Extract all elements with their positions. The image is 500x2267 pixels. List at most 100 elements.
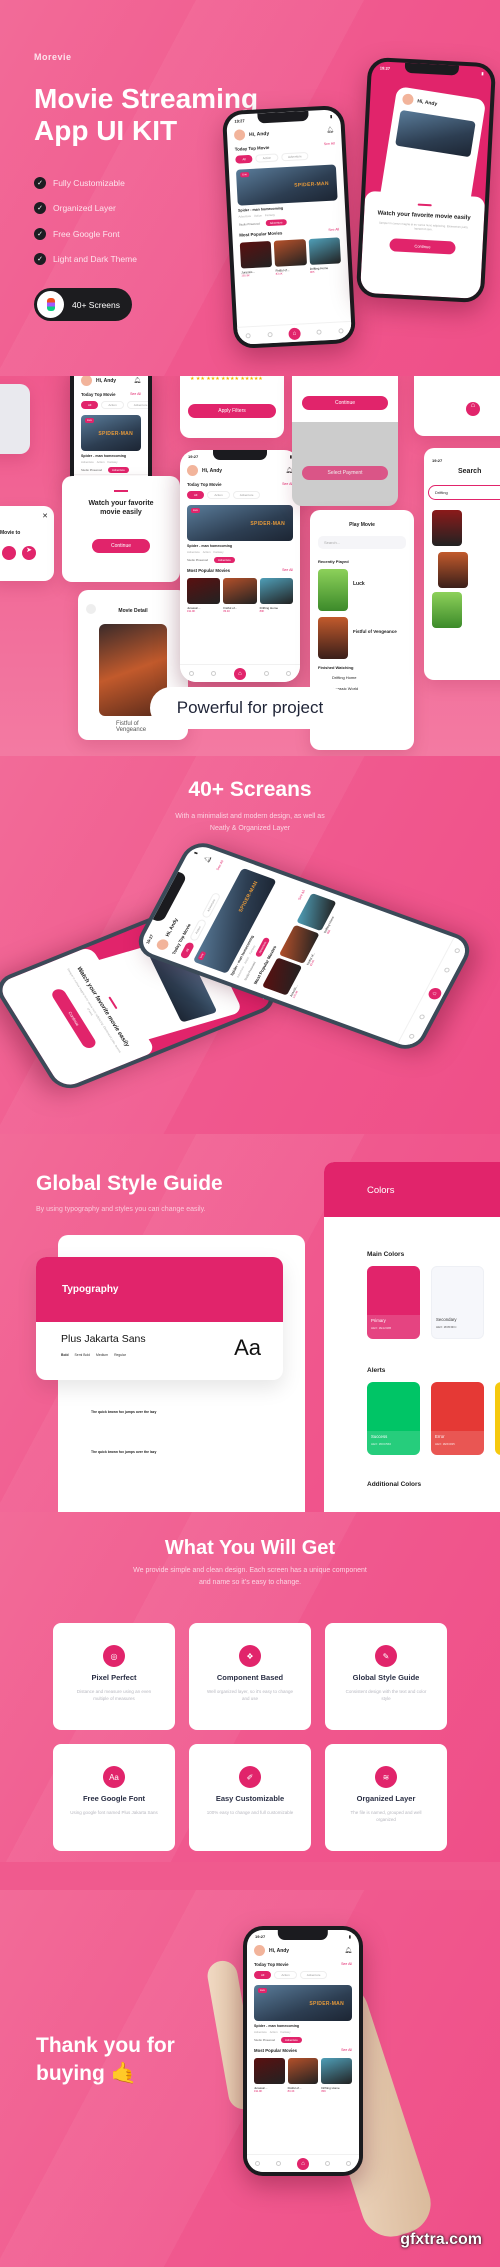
nav-icon[interactable] bbox=[408, 1033, 416, 1040]
search-input[interactable]: Drifting bbox=[428, 485, 500, 500]
chip-adventure[interactable]: Adventure bbox=[299, 1971, 328, 1979]
see-all-link[interactable]: See All bbox=[328, 227, 339, 233]
profile-icon[interactable] bbox=[338, 328, 344, 334]
chip-action[interactable]: Action bbox=[255, 153, 279, 163]
nav-icon[interactable] bbox=[443, 967, 451, 974]
thank-you-section: Thank you for buying 🤙 19:27 ▮ Hi, Andy 🔔︎ … bbox=[0, 1890, 500, 2267]
screens-collage-section: ✕ Movie to ➤ 19:27▮ Hi, Andy🔔︎ Today Top… bbox=[0, 376, 500, 756]
close-icon[interactable]: ✕ bbox=[42, 512, 48, 520]
features-section: What You Will Get We provide simple and … bbox=[0, 1512, 500, 1862]
nav-icon[interactable] bbox=[325, 2161, 330, 2166]
genre-button[interactable]: Adventure bbox=[265, 219, 287, 227]
select-payment-button[interactable]: Select Payment bbox=[302, 466, 388, 480]
search-input[interactable]: Search... bbox=[318, 536, 406, 549]
phone-notch bbox=[404, 62, 460, 76]
messenger-icon[interactable] bbox=[2, 546, 16, 560]
see-all-link[interactable]: See All bbox=[282, 568, 293, 573]
nav-icon[interactable] bbox=[316, 329, 323, 335]
nav-icon[interactable] bbox=[211, 671, 217, 676]
back-icon[interactable] bbox=[86, 604, 96, 614]
home-icon[interactable]: ⌂ bbox=[466, 402, 480, 416]
home-icon[interactable]: ⌂ bbox=[233, 667, 246, 680]
popular-movie[interactable]: Fistful of...83.4K bbox=[274, 239, 307, 276]
genre-button[interactable]: Adventure bbox=[214, 557, 235, 563]
bottom-nav: ⌂ bbox=[247, 2154, 359, 2172]
section-title: 40+ Screans bbox=[188, 778, 312, 801]
apply-filters-button[interactable]: Apply Filters bbox=[188, 404, 276, 418]
movie-banner[interactable]: Live SPIDER-MAN bbox=[187, 505, 293, 541]
chip-action[interactable]: Action bbox=[274, 1971, 297, 1979]
alerts-label: Alerts bbox=[367, 1367, 386, 1374]
screens-badge: 40+ Screens bbox=[34, 288, 132, 321]
popular-movie[interactable]: Jurassic...191.9K bbox=[187, 578, 221, 613]
popular-movie[interactable]: Drifting Home80K bbox=[308, 237, 341, 274]
home-icon[interactable]: ⌂ bbox=[425, 986, 443, 1001]
genre-button[interactable]: Adventure bbox=[281, 2037, 302, 2043]
bell-icon[interactable]: 🔔︎ bbox=[326, 127, 334, 134]
genre-button[interactable]: Adventure bbox=[108, 467, 129, 473]
see-all-link[interactable]: See All bbox=[341, 1962, 352, 1967]
popular-movie[interactable]: Jurassic...191.9K bbox=[239, 240, 273, 278]
search-card: 19:27 Search Drifting bbox=[424, 448, 500, 680]
avatar[interactable] bbox=[81, 376, 92, 386]
home-icon[interactable]: ⌂ bbox=[288, 327, 301, 340]
phone-home-mockup: 19:27▮ Hi, Andy🔔︎ Today Top MovieSee All… bbox=[243, 1926, 363, 2176]
font-icon: Aa bbox=[103, 1766, 125, 1788]
see-all-link[interactable]: See All bbox=[324, 141, 335, 147]
feature-card: ✐ Easy Customizable 100% easy to change … bbox=[189, 1744, 311, 1851]
nav-icon[interactable] bbox=[245, 333, 251, 339]
nav-icon[interactable] bbox=[418, 1013, 426, 1020]
profile-icon[interactable] bbox=[453, 947, 461, 954]
popular-movie[interactable]: Fistful of...83.4K bbox=[223, 578, 257, 613]
feature-card: ✎ Global Style Guide Consistent design w… bbox=[325, 1623, 447, 1730]
popular-movie[interactable]: Jurassic...191.9K bbox=[254, 2058, 285, 2093]
avatar[interactable] bbox=[187, 465, 198, 476]
profile-icon[interactable] bbox=[286, 671, 292, 676]
avatar[interactable] bbox=[254, 1945, 265, 1956]
profile-icon[interactable] bbox=[346, 2161, 351, 2166]
chip-all[interactable]: All bbox=[81, 401, 99, 409]
chip-all[interactable]: All bbox=[187, 491, 205, 499]
screen-card bbox=[0, 384, 30, 454]
nav-icon[interactable] bbox=[188, 671, 194, 676]
color-swatch-secondary: Secondary HEX: #F8F9FC bbox=[431, 1266, 484, 1339]
home-screen: 19:27▮ Hi, Andy🔔︎ Today Top MovieSee All… bbox=[180, 450, 300, 682]
feature-item: ✓ Organized Layer bbox=[34, 196, 137, 222]
popular-movie[interactable]: Fistful of...83.4K bbox=[287, 2058, 319, 2093]
avatar[interactable] bbox=[233, 129, 246, 141]
see-all-link[interactable]: See All bbox=[130, 392, 141, 397]
continue-button[interactable]: Continue bbox=[92, 539, 150, 553]
continue-button[interactable]: Continue bbox=[302, 396, 388, 410]
movie-banner[interactable]: Live SPIDER-MAN bbox=[81, 415, 141, 451]
chip-adventure[interactable]: Adventure bbox=[126, 401, 148, 409]
nav-icon[interactable] bbox=[255, 2161, 260, 2166]
glyph-sample: Aa bbox=[234, 1335, 261, 1360]
bell-icon[interactable]: 🔔︎ bbox=[203, 855, 213, 864]
nav-icon[interactable] bbox=[263, 671, 269, 676]
popular-movie[interactable]: Drifting Home80K bbox=[259, 578, 293, 613]
colors-panel: Colors Main Colors Alerts Additional Col… bbox=[324, 1162, 500, 1512]
feature-card: ❖ Component Based Well organized layer, … bbox=[189, 1623, 311, 1730]
bell-icon[interactable]: 🔔︎ bbox=[344, 1947, 352, 1954]
chip-action[interactable]: Action bbox=[101, 401, 124, 409]
popular-movie[interactable]: Drifting Home80K bbox=[321, 2058, 353, 2093]
send-icon[interactable]: ➤ bbox=[22, 546, 36, 560]
battery-icon: ▮ bbox=[348, 1934, 351, 1939]
nav-icon[interactable] bbox=[267, 332, 273, 338]
chip-action[interactable]: Action bbox=[207, 491, 230, 499]
home-icon[interactable]: ⌂ bbox=[297, 2157, 309, 2170]
badge-label: 40+ Screens bbox=[72, 299, 120, 310]
see-all-link[interactable]: See All bbox=[341, 2048, 352, 2053]
check-icon: ✓ bbox=[34, 253, 46, 266]
chip-adventure[interactable]: Adventure bbox=[280, 151, 309, 162]
bell-icon[interactable]: 🔔︎ bbox=[133, 377, 141, 384]
chip-adventure[interactable]: Adventure bbox=[232, 491, 261, 499]
typography-header: Typography bbox=[36, 1257, 283, 1322]
chip-all[interactable]: All bbox=[235, 154, 253, 164]
filter-card: ★ ★★ ★★★ ★★★★ ★★★★★ Apply Filters bbox=[180, 376, 284, 438]
movie-banner[interactable]: Live SPIDER-MAN bbox=[254, 1985, 352, 2021]
nav-icon[interactable] bbox=[276, 2161, 281, 2166]
chip-all[interactable]: All bbox=[254, 1971, 272, 1979]
movie-banner[interactable]: Live SPIDER-MAN bbox=[235, 164, 338, 206]
continue-button[interactable]: Continue bbox=[389, 238, 456, 255]
